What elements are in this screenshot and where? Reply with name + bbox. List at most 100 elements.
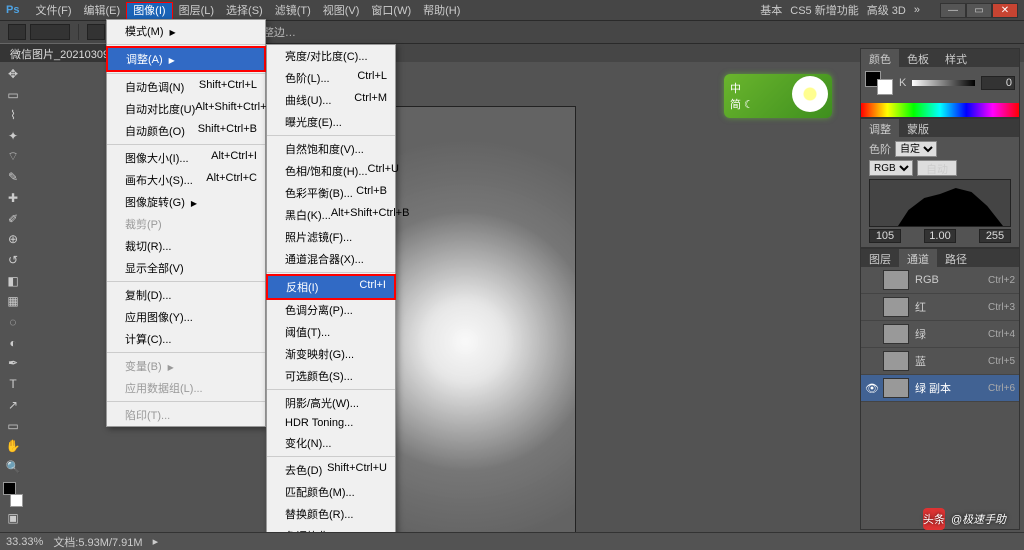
gradient-tool[interactable]: ▦	[3, 292, 23, 312]
menuitem-通道混合器(X)...[interactable]: 通道混合器(X)...	[267, 248, 395, 270]
menuitem-裁切(R)...[interactable]: 裁切(R)...	[107, 235, 265, 257]
menuitem-曝光度(E)...[interactable]: 曝光度(E)...	[267, 111, 395, 133]
menuitem-阴影/高光(W)...[interactable]: 阴影/高光(W)...	[267, 392, 395, 414]
zoom-tool[interactable]: 🔍	[3, 457, 23, 477]
brush-tool[interactable]: ✐	[3, 209, 23, 229]
menu-滤镜(T)[interactable]: 滤镜(T)	[269, 3, 317, 19]
dodge-tool[interactable]: ◐	[3, 333, 23, 353]
menuitem-自然饱和度(V)...[interactable]: 自然饱和度(V)...	[267, 138, 395, 160]
wand-tool[interactable]: ✦	[3, 126, 23, 146]
tab-masks[interactable]: 蒙版	[899, 119, 937, 137]
tool-preset[interactable]	[8, 24, 26, 40]
menuitem-复制(D)...[interactable]: 复制(D)...	[107, 284, 265, 306]
blur-tool[interactable]: ◌	[3, 312, 23, 332]
type-tool[interactable]: T	[3, 374, 23, 394]
k-value-input[interactable]	[981, 76, 1015, 90]
crop-tool[interactable]: ⌔	[3, 147, 23, 167]
tab-paths[interactable]: 路径	[937, 249, 975, 267]
menuitem-黑白(K)...[interactable]: 黑白(K)...Alt+Shift+Ctrl+B	[267, 204, 395, 226]
fg-bg-icon[interactable]	[865, 71, 893, 95]
auto-button[interactable]: 自动	[917, 160, 957, 176]
tab-color[interactable]: 颜色	[861, 49, 899, 67]
shape-tool[interactable]: ▭	[3, 416, 23, 436]
zoom-status[interactable]: 33.33%	[6, 536, 43, 548]
menuitem-图像大小(I)...[interactable]: 图像大小(I)...Alt+Ctrl+I	[107, 147, 265, 169]
channel-row[interactable]: RGBCtrl+2	[861, 267, 1019, 294]
menuitem-HDR Toning...[interactable]: HDR Toning...	[267, 414, 395, 432]
menuitem-照片滤镜(F)...[interactable]: 照片滤镜(F)...	[267, 226, 395, 248]
preset-select[interactable]: 自定	[895, 141, 937, 157]
doc-size-status[interactable]: 文档:5.93M/7.91M	[53, 534, 142, 550]
in-gamma-input[interactable]	[924, 229, 956, 243]
channel-label: K	[899, 77, 906, 89]
menuitem-自动对比度(U)[interactable]: 自动对比度(U)Alt+Shift+Ctrl+L	[107, 98, 265, 120]
menuitem-渐变映射(G)...[interactable]: 渐变映射(G)...	[267, 343, 395, 365]
menu-编辑(E)[interactable]: 编辑(E)	[78, 3, 127, 19]
menuitem-色相/饱和度(H)...[interactable]: 色相/饱和度(H)...Ctrl+U	[267, 160, 395, 182]
eyedropper-tool[interactable]: ✎	[3, 167, 23, 187]
menu-文件(F)[interactable]: 文件(F)	[29, 3, 77, 19]
eraser-tool[interactable]: ◧	[3, 271, 23, 291]
menu-图层(L)[interactable]: 图层(L)	[173, 3, 220, 19]
tab-adjustments[interactable]: 调整	[861, 119, 899, 137]
tab-layers[interactable]: 图层	[861, 249, 899, 267]
channel-row[interactable]: 红Ctrl+3	[861, 294, 1019, 321]
menuitem-调整(A)[interactable]: 调整(A)	[106, 46, 266, 72]
menuitem-变化(N)...[interactable]: 变化(N)...	[267, 432, 395, 454]
stamp-tool[interactable]: ⊕	[3, 230, 23, 250]
document-tab[interactable]: 微信图片_20210309	[0, 43, 119, 64]
menu-选择(S)[interactable]: 选择(S)	[220, 3, 269, 19]
menuitem-反相(I)[interactable]: 反相(I)Ctrl+I	[266, 274, 396, 300]
menuitem-亮度/对比度(C)...[interactable]: 亮度/对比度(C)...	[267, 45, 395, 67]
menuitem-替换颜色(R)...[interactable]: 替换颜色(R)...	[267, 503, 395, 525]
heal-tool[interactable]: ✚	[3, 188, 23, 208]
channel-row[interactable]: 👁绿 副本Ctrl+6	[861, 375, 1019, 402]
maximize-button[interactable]: ▭	[966, 3, 992, 18]
menuitem-应用图像(Y)...[interactable]: 应用图像(Y)...	[107, 306, 265, 328]
menuitem-画布大小(S)...[interactable]: 画布大小(S)...Alt+Ctrl+C	[107, 169, 265, 191]
hand-tool[interactable]: ✋	[3, 436, 23, 456]
menuitem-阈值(T)...[interactable]: 阈值(T)...	[267, 321, 395, 343]
tab-channels[interactable]: 通道	[899, 249, 937, 267]
menuitem-图像旋转(G)[interactable]: 图像旋转(G)	[107, 191, 265, 213]
menuitem-可选颜色(S)...[interactable]: 可选颜色(S)...	[267, 365, 395, 387]
channel-select[interactable]: RGB	[869, 160, 913, 176]
spectrum-bar[interactable]	[861, 103, 1019, 117]
menu-帮助(H)[interactable]: 帮助(H)	[417, 3, 466, 19]
in-white-input[interactable]	[979, 229, 1011, 243]
marquee-tool[interactable]: ▭	[3, 85, 23, 105]
menuitem-色调分离(P)...[interactable]: 色调分离(P)...	[267, 299, 395, 321]
menuitem-曲线(U)...[interactable]: 曲线(U)...Ctrl+M	[267, 89, 395, 111]
in-black-input[interactable]	[869, 229, 901, 243]
menuitem-模式(M)[interactable]: 模式(M)	[107, 20, 265, 42]
channel-row[interactable]: 蓝Ctrl+5	[861, 348, 1019, 375]
close-button[interactable]: ✕	[992, 3, 1018, 18]
ime-badge[interactable]: 中 简 ☾	[724, 74, 832, 118]
menuitem-色彩平衡(B)...[interactable]: 色彩平衡(B)...Ctrl+B	[267, 182, 395, 204]
menuitem-自动色调(N)[interactable]: 自动色调(N)Shift+Ctrl+L	[107, 76, 265, 98]
tab-styles[interactable]: 样式	[937, 49, 975, 67]
history-brush-tool[interactable]: ↺	[3, 250, 23, 270]
menu-图像(I)[interactable]: 图像(I)	[126, 2, 172, 20]
channel-row[interactable]: 绿Ctrl+4	[861, 321, 1019, 348]
tab-swatches[interactable]: 色板	[899, 49, 937, 67]
menuitem-自动颜色(O)[interactable]: 自动颜色(O)Shift+Ctrl+B	[107, 120, 265, 142]
pen-tool[interactable]: ✒	[3, 354, 23, 374]
lasso-tool[interactable]: ⌇	[3, 105, 23, 125]
selection-mode[interactable]	[30, 24, 70, 40]
menu-窗口(W)[interactable]: 窗口(W)	[365, 3, 417, 19]
menuitem-色阶(L)...[interactable]: 色阶(L)...Ctrl+L	[267, 67, 395, 89]
visibility-icon[interactable]: 👁	[865, 382, 879, 395]
menu-视图(V)[interactable]: 视图(V)	[317, 3, 366, 19]
color-swatches[interactable]	[3, 482, 23, 508]
menuitem-去色(D)[interactable]: 去色(D)Shift+Ctrl+U	[267, 459, 395, 481]
move-tool[interactable]: ✥	[3, 64, 23, 84]
menuitem-匹配颜色(M)...[interactable]: 匹配颜色(M)...	[267, 481, 395, 503]
path-tool[interactable]: ↗	[3, 395, 23, 415]
workspace-switcher[interactable]: 基本 CS5 新增功能 高级 3D » — ▭ ✕	[760, 2, 1018, 18]
quickmask-toggle[interactable]: ▣	[3, 508, 23, 528]
menuitem-计算(C)...[interactable]: 计算(C)...	[107, 328, 265, 350]
minimize-button[interactable]: —	[940, 3, 966, 18]
histogram[interactable]	[869, 179, 1011, 227]
menuitem-显示全部(V)[interactable]: 显示全部(V)	[107, 257, 265, 279]
